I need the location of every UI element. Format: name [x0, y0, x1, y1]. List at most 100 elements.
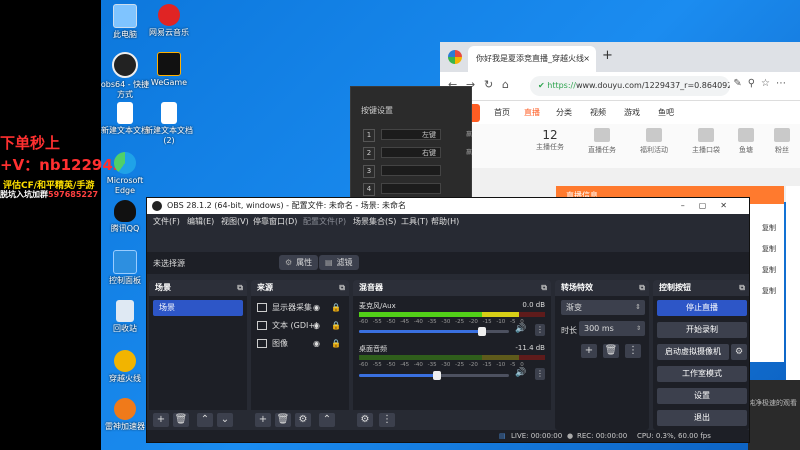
- more-options-icon[interactable]: ⋮: [535, 368, 545, 380]
- site-icon-item[interactable]: 12 主播任务: [530, 128, 570, 152]
- copy-link[interactable]: 复制: [762, 239, 776, 260]
- scene-item[interactable]: 场景: [153, 300, 243, 316]
- move-up-icon[interactable]: ⌃: [197, 413, 213, 427]
- lock-icon[interactable]: 🔒: [331, 300, 341, 316]
- transition-select[interactable]: 渐变 ⇕: [561, 300, 645, 315]
- eye-icon[interactable]: ◉: [313, 318, 320, 334]
- trash-icon[interactable]: 🗑: [173, 413, 189, 427]
- site-nav-fishbar[interactable]: 鱼吧: [658, 107, 674, 118]
- obs-titlebar: OBS 28.1.2 (64-bit, windows) - 配置文件: 未命名…: [147, 198, 749, 214]
- menu-scene-collection[interactable]: 场景集合(S): [353, 214, 396, 230]
- copy-link[interactable]: 复制: [762, 281, 776, 302]
- reload-icon[interactable]: ↻: [484, 78, 493, 91]
- exit-button[interactable]: 退出: [657, 410, 747, 426]
- undock-icon[interactable]: ⧉: [237, 280, 243, 296]
- copy-link[interactable]: 复制: [762, 260, 776, 281]
- desktop-icon-edge[interactable]: Microsoft Edge: [100, 152, 150, 196]
- site-nav-video[interactable]: 视频: [590, 107, 606, 118]
- hotkey-field[interactable]: 左键: [381, 129, 441, 140]
- lock-icon[interactable]: 🔒: [331, 318, 341, 334]
- desktop-icon-control-panel[interactable]: 控制面板: [100, 250, 150, 286]
- close-tab-icon[interactable]: ×: [583, 46, 590, 72]
- filters-button[interactable]: ▤ 滤镜: [319, 255, 359, 270]
- desktop-icon-leishen[interactable]: 雷神加速器: [100, 398, 150, 432]
- live-timer: LIVE: 00:00:00: [511, 432, 563, 440]
- menu-dock[interactable]: 停靠窗口(D): [253, 214, 297, 230]
- add-icon[interactable]: +: [581, 344, 597, 358]
- menu-file[interactable]: 文件(F): [153, 214, 180, 230]
- menu-edit[interactable]: 编辑(E): [187, 214, 214, 230]
- speaker-icon[interactable]: 🔊: [515, 324, 526, 334]
- copy-link[interactable]: 复制: [762, 218, 776, 239]
- add-icon[interactable]: +: [255, 413, 271, 427]
- trash-icon[interactable]: 🗑: [275, 413, 291, 427]
- desktop-icon-qq[interactable]: 腾讯QQ: [100, 200, 150, 234]
- start-virtual-camera-button[interactable]: 启动虚拟摄像机: [657, 344, 729, 360]
- window-controls[interactable]: –▢✕: [681, 198, 741, 214]
- desktop-icon-wegame[interactable]: WeGame: [144, 52, 194, 88]
- menu-view[interactable]: 视图(V): [221, 214, 249, 230]
- lock-icon[interactable]: 🔒: [331, 336, 341, 352]
- move-up-icon[interactable]: ⌃: [319, 413, 335, 427]
- site-icon-item[interactable]: 福利活动: [634, 128, 674, 155]
- start-recording-button[interactable]: 开始录制: [657, 322, 747, 338]
- eye-icon[interactable]: ◉: [313, 300, 320, 316]
- text-file-icon: [117, 102, 133, 124]
- add-icon[interactable]: +: [153, 413, 169, 427]
- new-tab-icon[interactable]: +: [602, 48, 613, 63]
- desktop-icon-obs[interactable]: obs64 - 快捷方式: [100, 52, 150, 100]
- gear-icon[interactable]: ⚙: [295, 413, 311, 427]
- undock-icon[interactable]: ⧉: [541, 280, 547, 296]
- site-icon-item[interactable]: 主播口袋: [686, 128, 726, 155]
- menu-help[interactable]: 帮助(H): [431, 214, 459, 230]
- url-input[interactable]: ✔ https://www.douyu.com/1229437_r=0.8640…: [530, 76, 730, 96]
- site-icon-item[interactable]: 粉丝: [762, 128, 800, 155]
- desktop-icon-crossfire[interactable]: 穿越火线: [100, 350, 150, 384]
- more-options-icon[interactable]: ⋮: [625, 344, 641, 358]
- volume-slider[interactable]: [359, 327, 509, 336]
- site-icon-item[interactable]: 鱼塘: [726, 128, 766, 155]
- volume-slider[interactable]: [359, 371, 509, 380]
- speaker-icon[interactable]: 🔊: [515, 368, 526, 378]
- settings-button[interactable]: 设置: [657, 388, 747, 404]
- crossfire-icon: [114, 350, 136, 372]
- hotkey-field[interactable]: [381, 165, 441, 176]
- site-nav-home[interactable]: 首页: [494, 107, 510, 118]
- duration-input[interactable]: 300 ms ⇕: [579, 321, 645, 336]
- site-nav-category[interactable]: 分类: [556, 107, 572, 118]
- undock-icon[interactable]: ⧉: [339, 280, 345, 296]
- source-item[interactable]: 显示器采集 ◉ 🔒: [257, 300, 347, 316]
- hotkey-field[interactable]: [381, 183, 441, 194]
- eye-icon[interactable]: ◉: [313, 336, 320, 352]
- home-icon[interactable]: ⌂: [502, 78, 509, 91]
- menu-tools[interactable]: 工具(T): [401, 214, 428, 230]
- studio-mode-button[interactable]: 工作室模式: [657, 366, 747, 382]
- source-item[interactable]: 图像 ◉ 🔒: [257, 336, 347, 352]
- menu-profile[interactable]: 配置文件(P): [303, 214, 346, 230]
- more-options-icon[interactable]: ⋮: [535, 324, 545, 336]
- obs-window: OBS 28.1.2 (64-bit, windows) - 配置文件: 未命名…: [146, 197, 750, 443]
- properties-button[interactable]: ⚙ 属性: [279, 255, 319, 270]
- desktop-icon-recycle-bin[interactable]: 回收站: [100, 300, 150, 334]
- desktop-icon-computer[interactable]: 此电脑: [100, 4, 150, 40]
- gear-icon[interactable]: ⚙: [731, 344, 747, 360]
- site-nav-game[interactable]: 游戏: [624, 107, 640, 118]
- desktop-icon-textfile-2[interactable]: 新建文本文档 (2): [144, 102, 194, 146]
- transitions-title: 转场特效 ⧉: [555, 280, 649, 296]
- browser-tab[interactable]: 你好我是夏添竞直播_穿越火线 ×: [468, 46, 596, 72]
- stop-streaming-button[interactable]: 停止直播: [657, 300, 747, 316]
- advanced-audio-icon[interactable]: ⚙: [357, 413, 373, 427]
- browser-toolbar-icons[interactable]: ✎⚲☆⋯: [733, 78, 792, 89]
- desktop-icon-textfile-1[interactable]: 新建文本文档: [100, 102, 150, 136]
- source-item[interactable]: 文本 (GDI+) ◉ 🔒: [257, 318, 347, 334]
- trash-icon[interactable]: 🗑: [603, 344, 619, 358]
- status-bar: ▤ LIVE: 00:00:00 ● REC: 00:00:00 CPU: 0.…: [147, 430, 749, 442]
- site-icon-item[interactable]: 直播任务: [582, 128, 622, 155]
- move-down-icon[interactable]: ⌄: [217, 413, 233, 427]
- site-nav-live[interactable]: 直播: [524, 107, 540, 118]
- desktop-icon-netease[interactable]: 网易云音乐: [144, 4, 194, 38]
- hotkey-field[interactable]: 右键: [381, 147, 441, 158]
- more-options-icon[interactable]: ⋮: [379, 413, 395, 427]
- undock-icon[interactable]: ⧉: [739, 280, 745, 296]
- undock-icon[interactable]: ⧉: [639, 280, 645, 296]
